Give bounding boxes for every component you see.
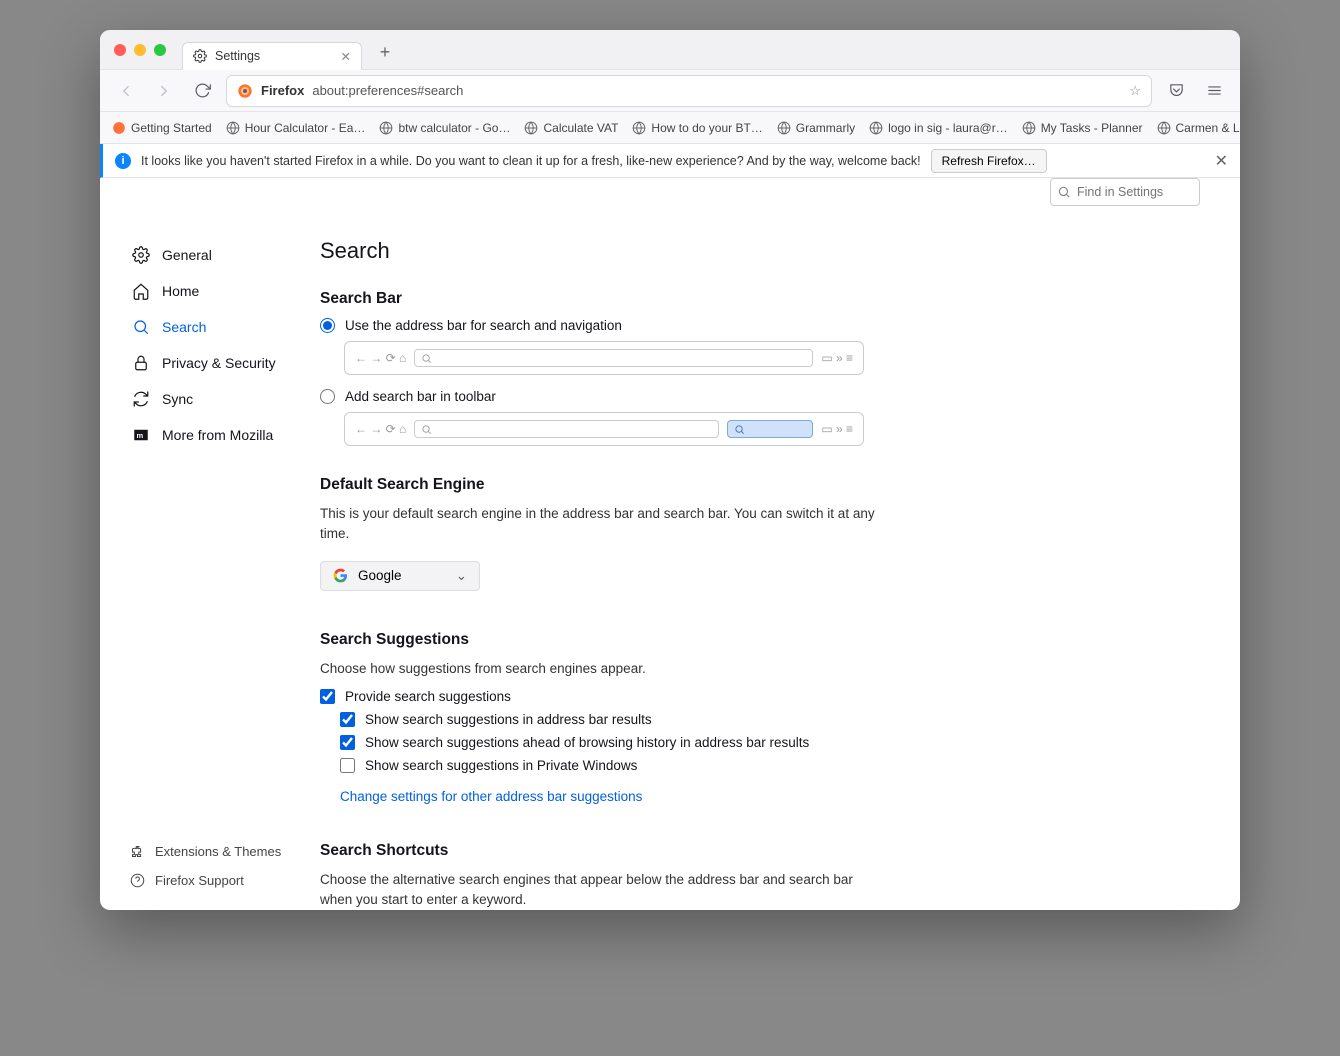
home-icon — [132, 282, 150, 300]
shortcuts-desc: Choose the alternative search engines th… — [320, 870, 880, 910]
radio-add-search-bar[interactable]: Add search bar in toolbar — [320, 389, 1200, 404]
search-icon — [1057, 185, 1071, 199]
forward-button[interactable] — [150, 77, 178, 105]
bookmark-star-icon[interactable]: ☆ — [1129, 83, 1141, 99]
infobar-text: It looks like you haven't started Firefo… — [141, 154, 921, 168]
url-text: about:preferences#search — [312, 83, 463, 98]
infobar-close-icon[interactable]: ✕ — [1215, 151, 1228, 171]
sidebar-item-more-mozilla[interactable]: m More from Mozilla — [126, 418, 294, 452]
firefox-icon — [237, 83, 253, 99]
section-shortcuts: Search Shortcuts — [320, 842, 1200, 860]
maximize-window-button[interactable] — [154, 44, 166, 56]
check-ahead-of-history[interactable]: Show search suggestions ahead of browsin… — [340, 735, 1200, 750]
radio-use-address-bar[interactable]: Use the address bar for search and navig… — [320, 318, 1200, 333]
page-title: Search — [320, 238, 1200, 264]
close-tab-icon[interactable]: ✕ — [341, 49, 351, 64]
default-engine-desc: This is your default search engine in th… — [320, 504, 880, 545]
settings-sidebar: General Home Search Privacy & Security S… — [100, 178, 310, 910]
app-window: Settings ✕ + Firefox about:preferences#s… — [100, 30, 1240, 910]
sidebar-item-sync[interactable]: Sync — [126, 382, 294, 416]
sidebar-item-search[interactable]: Search — [126, 310, 294, 344]
info-icon: i — [115, 153, 131, 169]
browser-tab[interactable]: Settings ✕ — [182, 42, 362, 70]
chevron-down-icon: ⌄ — [456, 568, 467, 584]
suggestions-desc: Choose how suggestions from search engin… — [320, 659, 880, 679]
close-window-button[interactable] — [114, 44, 126, 56]
searchbar-illustration-1: ← → ⟳ ⌂ ▭ » ≡ — [344, 341, 864, 375]
section-search-bar: Search Bar — [320, 290, 1200, 308]
searchbar-illustration-2: ← → ⟳ ⌂ ▭ » ≡ — [344, 412, 864, 446]
google-icon — [333, 568, 348, 583]
default-engine-select[interactable]: Google ⌄ — [320, 561, 480, 591]
check-private-windows[interactable]: Show search suggestions in Private Windo… — [340, 758, 1200, 773]
minimize-window-button[interactable] — [134, 44, 146, 56]
find-in-settings-input[interactable] — [1050, 178, 1200, 206]
sidebar-support-link[interactable]: Firefox Support — [126, 867, 294, 894]
window-controls — [114, 44, 166, 56]
reload-button[interactable] — [188, 77, 216, 105]
new-tab-button[interactable]: + — [372, 40, 398, 66]
gear-icon — [193, 49, 207, 63]
sidebar-item-general[interactable]: General — [126, 238, 294, 272]
bookmark-item[interactable]: How to do your BT… — [632, 121, 762, 135]
refresh-infobar: i It looks like you haven't started Fire… — [100, 144, 1240, 178]
address-bar[interactable]: Firefox about:preferences#search ☆ — [226, 75, 1152, 107]
bookmark-item[interactable]: Grammarly — [777, 121, 855, 135]
nav-toolbar: Firefox about:preferences#search ☆ — [100, 70, 1240, 112]
bookmark-item[interactable]: Getting Started — [112, 121, 212, 135]
svg-text:m: m — [137, 431, 144, 440]
sidebar-item-home[interactable]: Home — [126, 274, 294, 308]
bookmark-item[interactable]: My Tasks - Planner — [1022, 121, 1143, 135]
lock-icon — [132, 354, 150, 372]
help-icon — [130, 873, 145, 888]
sidebar-extensions-link[interactable]: Extensions & Themes — [126, 838, 294, 865]
search-icon — [132, 318, 150, 336]
settings-main: Search Search Bar Use the address bar fo… — [310, 178, 1240, 910]
puzzle-icon — [130, 844, 145, 859]
back-button[interactable] — [112, 77, 140, 105]
titlebar: Settings ✕ + — [100, 30, 1240, 70]
bookmark-item[interactable]: Carmen & Laura - Pl… — [1157, 121, 1241, 135]
refresh-firefox-button[interactable]: Refresh Firefox… — [931, 149, 1047, 173]
bookmark-item[interactable]: Hour Calculator - Ea… — [226, 121, 366, 135]
sidebar-item-privacy[interactable]: Privacy & Security — [126, 346, 294, 380]
tab-title: Settings — [215, 49, 260, 63]
section-default-engine: Default Search Engine — [320, 476, 1200, 494]
check-show-in-address-bar[interactable]: Show search suggestions in address bar r… — [340, 712, 1200, 727]
bookmark-item[interactable]: logo in sig - laura@r… — [869, 121, 1008, 135]
gear-icon — [132, 246, 150, 264]
section-suggestions: Search Suggestions — [320, 631, 1200, 649]
sync-icon — [132, 390, 150, 408]
bookmarks-bar: Getting Started Hour Calculator - Ea… bt… — [100, 112, 1240, 144]
bookmark-item[interactable]: btw calculator - Go… — [379, 121, 510, 135]
bookmark-item[interactable]: Calculate VAT — [524, 121, 618, 135]
app-menu-icon[interactable] — [1200, 77, 1228, 105]
pocket-icon[interactable] — [1162, 77, 1190, 105]
mozilla-icon: m — [132, 426, 150, 444]
change-address-bar-settings-link[interactable]: Change settings for other address bar su… — [340, 789, 642, 804]
url-product: Firefox — [261, 83, 304, 98]
check-provide-suggestions[interactable]: Provide search suggestions — [320, 689, 1200, 704]
